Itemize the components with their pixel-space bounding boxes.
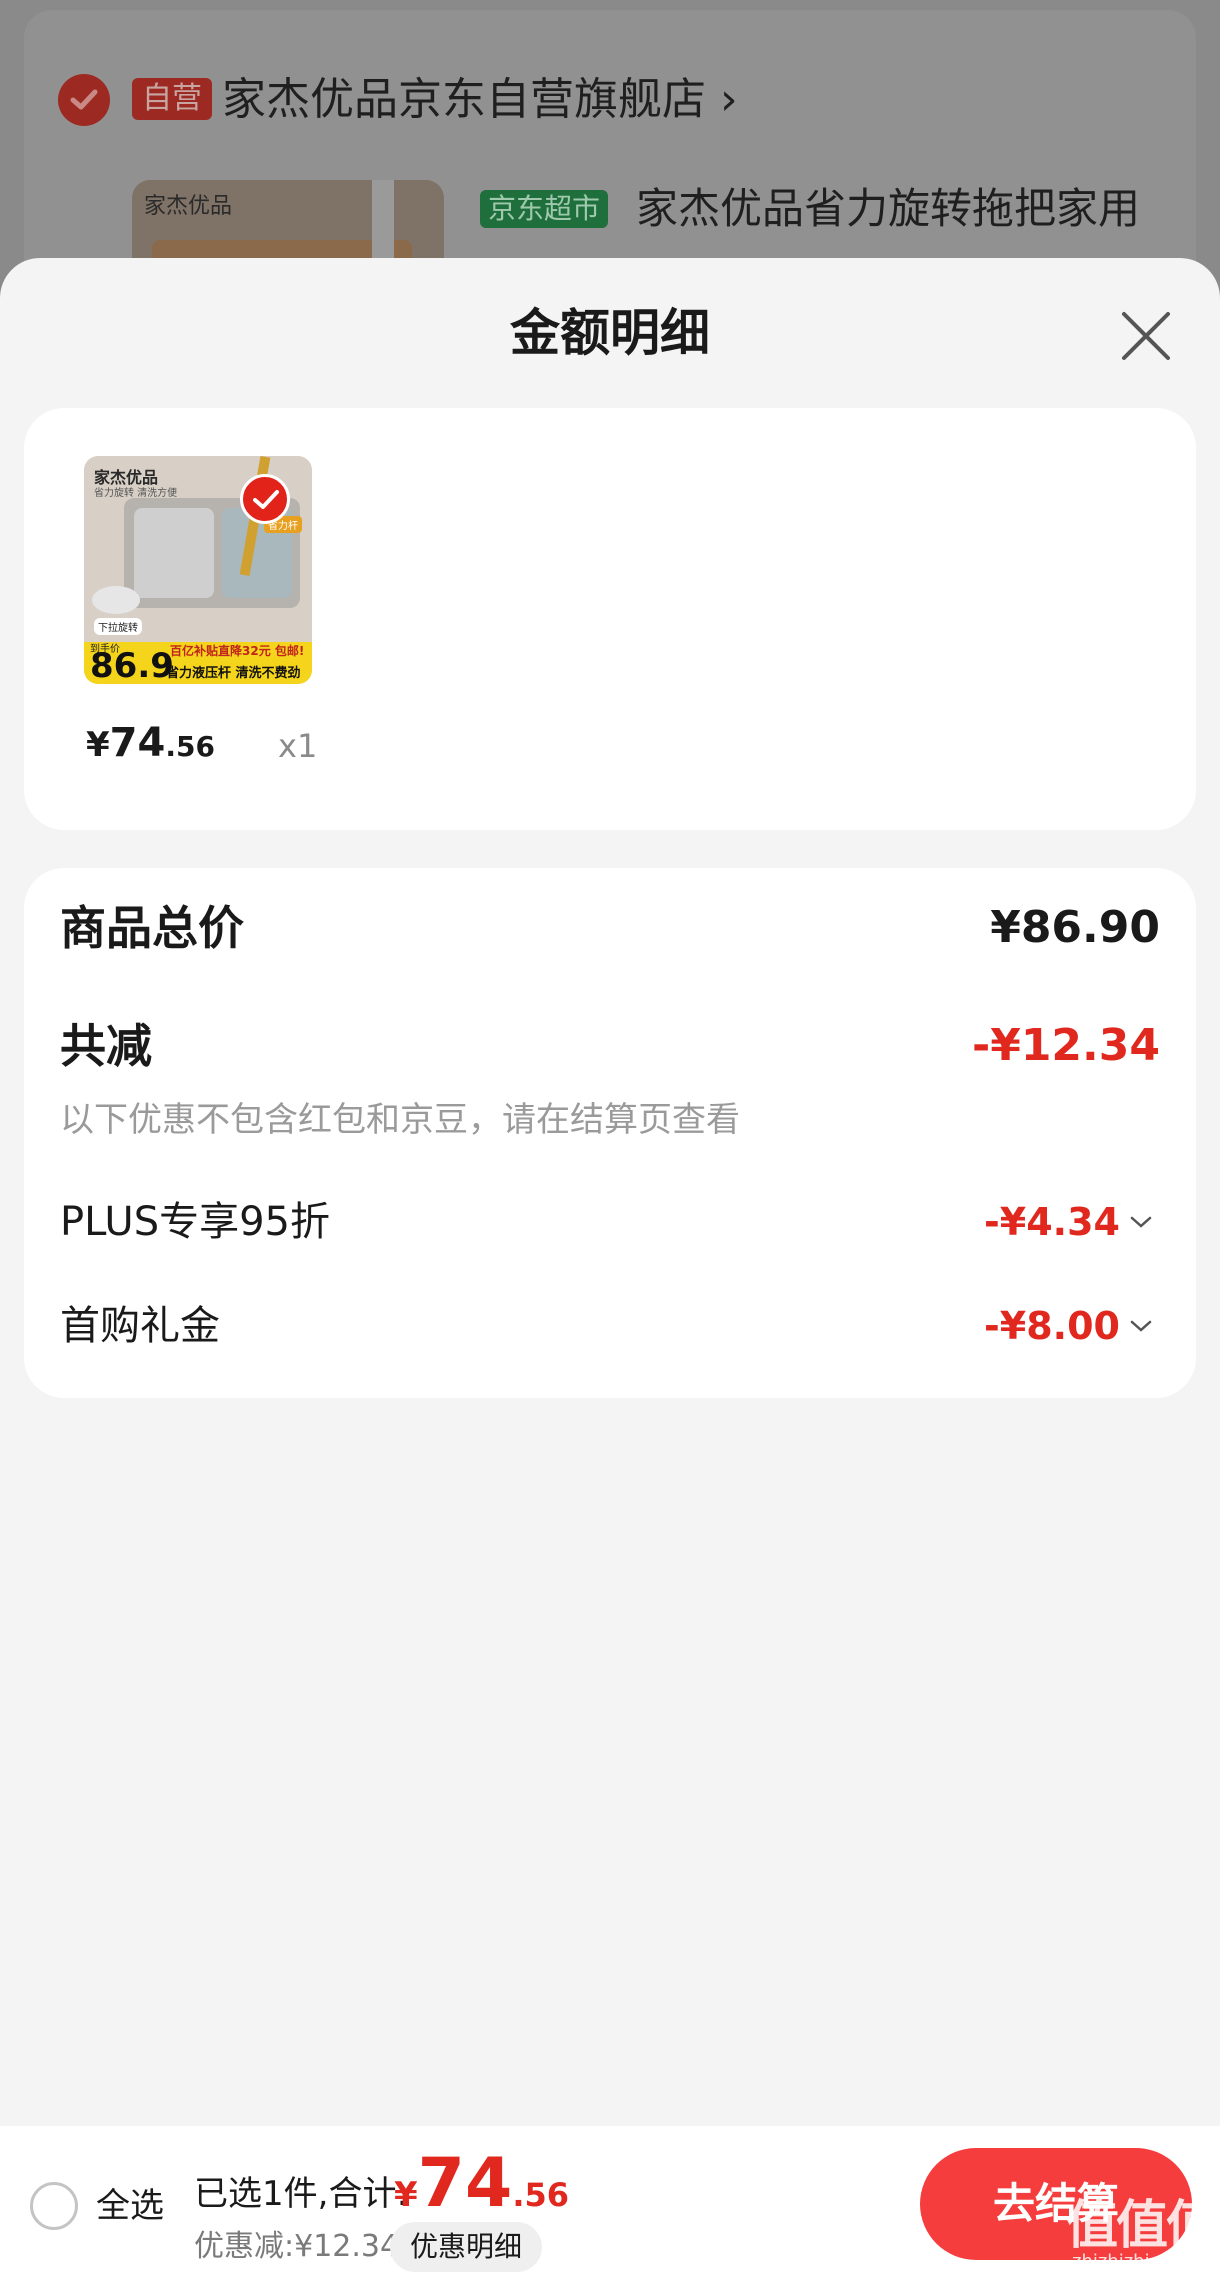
watermark-url: zhizhizhi.com xyxy=(1072,2251,1194,2272)
total-dec: .56 xyxy=(512,2176,569,2214)
watermark-logo: 值值值 xyxy=(1066,2196,1218,2256)
price-symbol: ¥ xyxy=(86,725,110,765)
chevron-down-icon[interactable] xyxy=(1128,1212,1154,1232)
image-banner-line1: 百亿补贴直降32元 包邮! xyxy=(170,644,305,658)
spin-basket-shape xyxy=(134,508,214,598)
sheet-title: 金额明细 xyxy=(510,304,710,362)
discount-value: -¥12.34 xyxy=(971,1020,1160,1071)
total-price-label: 商品总价 xyxy=(60,901,244,955)
price-int: 74 xyxy=(109,720,166,766)
discount-note: 以下优惠不包含红包和京豆，请在结算页查看 xyxy=(60,1100,740,1140)
image-brand-sub: 省力旋转 清洗方便 xyxy=(94,488,178,499)
discount-detail-button[interactable]: 优惠明细 xyxy=(390,2222,543,2272)
watermark: 值值值 zhizhizhi.com xyxy=(1066,2196,1218,2276)
chevron-down-icon[interactable] xyxy=(1128,1316,1154,1336)
first-purchase-value: -¥8.00 xyxy=(984,1304,1120,1348)
background-cart-page: 自营 家杰优品京东自营旗舰店 › 家杰优品 京东超市 家杰优品省力旋转拖把家用 xyxy=(0,0,1220,340)
spin-disc-shape xyxy=(92,586,140,614)
image-side-label: 下拉旋转 xyxy=(94,618,142,635)
summary-card: 商品总价 ¥86.90 共减 -¥12.34 以下优惠不包含红包和京豆，请在结算… xyxy=(24,868,1196,1398)
price-dec: .56 xyxy=(165,730,215,763)
product-quantity: x1 xyxy=(278,727,318,765)
bottom-bar: 全选 已选1件,合计: ¥74.56 优惠减:¥12.34 优惠明细 去结算 xyxy=(0,2126,1220,2282)
total-symbol: ¥ xyxy=(394,2175,418,2215)
close-icon[interactable] xyxy=(1118,308,1174,364)
select-all-label[interactable]: 全选 xyxy=(96,2182,164,2230)
first-purchase-label: 首购礼金 xyxy=(60,1303,220,1349)
plus-discount-value: -¥4.34 xyxy=(984,1200,1120,1244)
jd-supermarket-tag: 京东超市 xyxy=(480,190,609,228)
product-card: 家杰优品 省力旋转 清洗方便 省力杆 下拉旋转 到手价 86.9 百亿补贴直降3… xyxy=(24,408,1196,830)
plus-discount-label: PLUS专享95折 xyxy=(60,1199,330,1245)
product-check-icon[interactable] xyxy=(240,474,290,524)
selected-count: 已选1件,合计: xyxy=(194,2174,408,2214)
amount-detail-sheet: 金额明细 家杰优品 省力旋转 清洗方便 省力杆 下拉旋转 到手价 86.9 百亿… xyxy=(0,258,1220,2282)
image-price: 86.9 xyxy=(90,646,174,684)
background-product-title: 家杰优品省力旋转拖把家用 xyxy=(636,184,1141,233)
discount-label: 共减 xyxy=(60,1019,152,1073)
store-name: 家杰优品京东自营旗舰店 › xyxy=(222,74,738,125)
thumb-brand: 家杰优品 xyxy=(144,194,233,219)
store-check-icon xyxy=(58,74,110,126)
select-all-radio[interactable] xyxy=(30,2182,78,2230)
saved-amount: 优惠减:¥12.34 xyxy=(194,2229,400,2264)
total-int: 74 xyxy=(417,2144,513,2223)
image-banner-line2: 省力液压杆 清洗不费劲 xyxy=(166,666,301,681)
self-operated-tag: 自营 xyxy=(132,78,212,120)
product-price: ¥74.56 xyxy=(86,718,215,772)
total-price-value: ¥86.90 xyxy=(990,902,1160,953)
